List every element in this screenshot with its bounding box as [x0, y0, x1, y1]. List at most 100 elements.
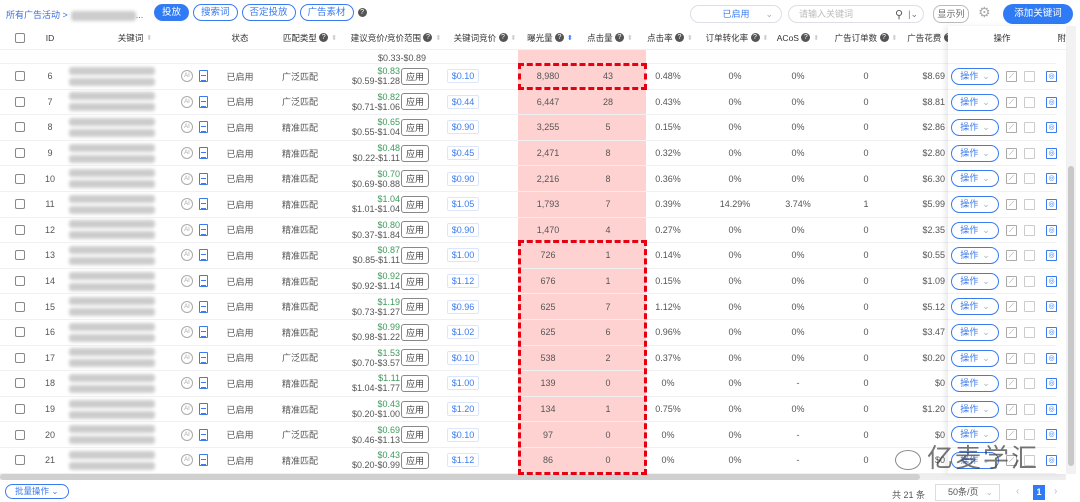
status-select[interactable]: 已启用 ⌄ [690, 5, 782, 23]
sort-icon[interactable]: ⬍ [627, 34, 633, 42]
next-page-icon[interactable]: › [1054, 486, 1057, 497]
document-icon[interactable] [198, 172, 208, 185]
operations-dropdown-button[interactable]: 操作 ⌄ [951, 144, 999, 162]
help-icon[interactable]: ? [879, 33, 889, 42]
help-icon[interactable]: ? [801, 33, 811, 42]
document-icon[interactable] [198, 300, 208, 313]
operations-dropdown-button[interactable]: 操作 ⌄ [951, 68, 999, 85]
keyword-bid-input[interactable]: $1.05 [446, 197, 480, 212]
archive-icon[interactable] [1024, 378, 1035, 390]
row-checkbox[interactable] [15, 352, 25, 363]
document-icon[interactable] [198, 70, 208, 83]
row-checkbox[interactable] [15, 199, 25, 210]
ai-icon[interactable]: AI [181, 172, 193, 185]
target-icon[interactable]: ◎ [1046, 71, 1057, 82]
help-icon[interactable]: ? [319, 33, 329, 42]
chart-icon[interactable]: ⟋ [1006, 173, 1017, 185]
help-icon[interactable]: ? [555, 33, 564, 42]
row-checkbox[interactable] [15, 148, 25, 159]
chart-icon[interactable]: ⟋ [1006, 327, 1017, 338]
keyword-bid-input[interactable]: $0.96 [446, 299, 480, 314]
chart-icon[interactable]: ⟋ [1006, 403, 1017, 415]
header-cvr[interactable]: 订单转化率 ? ⬍ [698, 26, 776, 49]
document-icon[interactable] [198, 403, 208, 416]
target-icon[interactable]: ◎ [1046, 173, 1057, 185]
operations-dropdown-button[interactable]: 操作 ⌄ [951, 272, 999, 290]
archive-icon[interactable] [1024, 403, 1035, 415]
ai-icon[interactable]: AI [181, 454, 193, 467]
target-icon[interactable]: ◎ [1046, 378, 1057, 390]
sort-icon[interactable]: ⬍ [687, 34, 693, 42]
apply-button[interactable]: 应用 [401, 93, 430, 111]
add-keyword-button[interactable]: 添加关键词 [1003, 4, 1073, 24]
archive-icon[interactable] [1024, 301, 1035, 313]
keyword-bid-input[interactable]: $0.10 [446, 427, 480, 442]
target-icon[interactable]: ◎ [1046, 327, 1057, 338]
apply-button[interactable]: 应用 [401, 400, 430, 418]
target-icon[interactable]: ◎ [1046, 122, 1057, 134]
header-clicks[interactable]: 点击量 ? ⬍ [580, 26, 640, 49]
help-icon[interactable]: ? [423, 33, 433, 42]
archive-icon[interactable] [1024, 147, 1035, 159]
apply-button[interactable]: 应用 [401, 246, 430, 264]
target-icon[interactable]: ◎ [1046, 403, 1057, 415]
keyword-bid-input[interactable]: $1.20 [446, 402, 480, 417]
document-icon[interactable] [198, 454, 208, 467]
target-icon[interactable]: ◎ [1046, 455, 1057, 466]
archive-icon[interactable] [1024, 96, 1035, 108]
header-impressions[interactable]: 曝光量 ? ⬍ [520, 26, 580, 49]
archive-icon[interactable] [1024, 352, 1035, 364]
gear-icon[interactable]: ⚙ [978, 4, 991, 21]
header-keyword-bid[interactable]: 关键词竞价 ? ⬍ [450, 26, 520, 49]
archive-icon[interactable] [1024, 122, 1035, 134]
help-icon[interactable]: ? [498, 33, 508, 42]
ai-icon[interactable]: AI [181, 121, 193, 134]
chart-icon[interactable]: ⟋ [1006, 199, 1017, 210]
target-icon[interactable]: ◎ [1046, 352, 1057, 364]
row-checkbox[interactable] [15, 250, 25, 261]
document-icon[interactable] [198, 223, 208, 236]
sort-icon[interactable]: ⬍ [146, 34, 152, 42]
vertical-scrollbar[interactable] [1066, 26, 1076, 474]
apply-button[interactable]: 应用 [401, 221, 430, 239]
keyword-bid-input[interactable]: $1.02 [446, 325, 480, 340]
archive-icon[interactable] [1024, 173, 1035, 185]
operations-dropdown-button[interactable]: 操作 ⌄ [951, 93, 999, 111]
operations-dropdown-button[interactable]: 操作 ⌄ [951, 400, 999, 418]
keyword-search-input[interactable]: 请输入关键词 ⚲ |⌄ [788, 5, 924, 23]
help-icon[interactable]: ? [675, 33, 684, 42]
archive-icon[interactable] [1024, 250, 1035, 262]
tab-search-terms[interactable]: 搜索词 [193, 4, 238, 21]
apply-button[interactable]: 应用 [401, 298, 430, 316]
row-checkbox[interactable] [15, 378, 25, 389]
sort-icon[interactable]: ⬍ [892, 34, 898, 42]
select-all-checkbox[interactable] [15, 32, 25, 43]
keyword-bid-input[interactable]: $0.45 [446, 146, 480, 161]
apply-button[interactable]: 应用 [401, 67, 430, 85]
ai-icon[interactable]: AI [181, 198, 193, 211]
sort-icon[interactable]: ⬍ [511, 34, 517, 42]
ai-icon[interactable]: AI [181, 70, 193, 83]
chart-icon[interactable]: ⟋ [1006, 275, 1017, 287]
archive-icon[interactable] [1024, 327, 1035, 338]
keyword-bid-input[interactable]: $0.44 [446, 94, 480, 109]
ai-icon[interactable]: AI [181, 95, 193, 108]
row-checkbox[interactable] [15, 404, 25, 415]
ai-icon[interactable]: AI [181, 300, 193, 313]
help-icon[interactable]: ? [615, 33, 624, 42]
sort-icon[interactable]: ⬍ [331, 34, 337, 42]
target-icon[interactable]: ◎ [1046, 147, 1057, 159]
tab-negative-targeting[interactable]: 否定投放 [241, 4, 296, 21]
document-icon[interactable] [198, 377, 208, 390]
ai-icon[interactable]: AI [181, 147, 193, 160]
document-icon[interactable] [198, 326, 208, 339]
keyword-bid-input[interactable]: $0.10 [446, 69, 480, 84]
apply-button[interactable]: 应用 [401, 323, 430, 341]
chart-icon[interactable]: ⟋ [1006, 378, 1017, 390]
tab-targeting[interactable]: 投放 [154, 4, 190, 21]
ai-icon[interactable]: AI [181, 275, 193, 288]
header-acos[interactable]: ACoS ? ⬍ [770, 26, 826, 49]
document-icon[interactable] [198, 275, 208, 288]
ai-icon[interactable]: AI [181, 249, 193, 262]
sort-icon[interactable]: ⬍ [763, 34, 769, 42]
